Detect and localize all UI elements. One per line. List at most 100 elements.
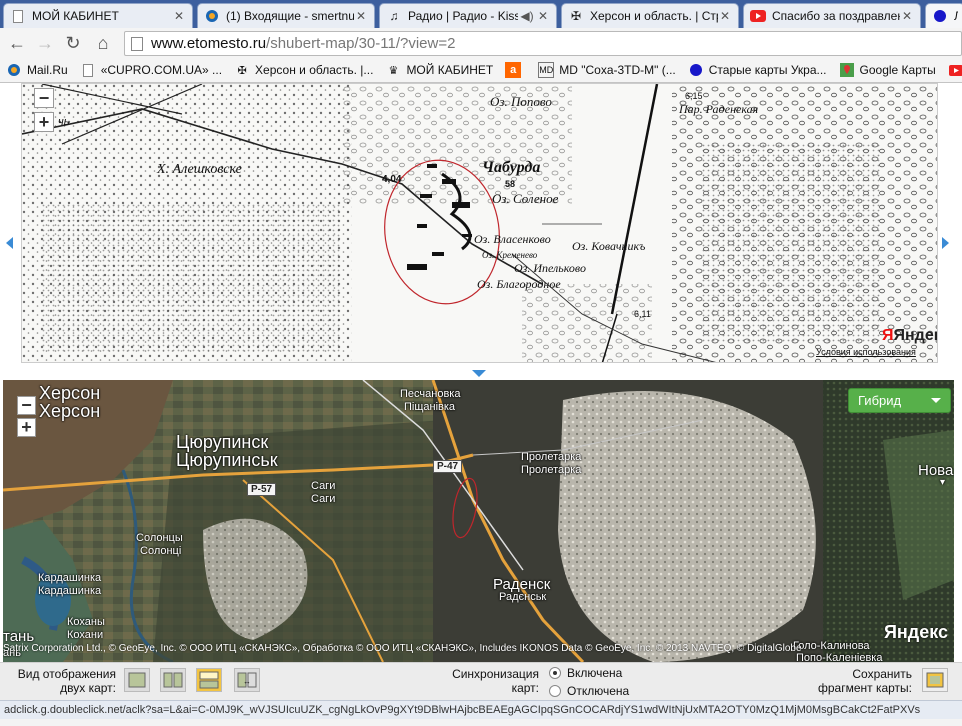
sync-off-radio[interactable]: Отключена (549, 684, 629, 698)
map-label: Чабурда (482, 159, 541, 176)
tab-active[interactable]: Ли (925, 3, 962, 28)
elevation-label: 6,15 (685, 91, 703, 101)
historic-map-drawing (22, 84, 937, 362)
tab-radio-kiss[interactable]: ♫ Радио | Радио - Kiss ◀) ✕ (379, 3, 557, 28)
map-label: чь (58, 116, 70, 128)
tab-title: МОЙ КАБИНЕТ (32, 9, 119, 23)
terms-link[interactable]: Условия использования (816, 347, 916, 357)
save-image-icon (926, 672, 944, 688)
map-label: Оз. Ипельково (514, 261, 586, 275)
orange-a-icon: a (505, 62, 522, 78)
page-icon (131, 36, 143, 51)
road-badge: Р-47 (433, 460, 463, 473)
zoom-out-button[interactable]: − (17, 395, 36, 415)
scroll-right-icon[interactable] (942, 237, 949, 249)
village-label: Кардашинка (38, 572, 102, 584)
satellite-map[interactable]: − + Херсон Херсон Цюрупинск Цюрупинськ Р… (3, 380, 954, 662)
save-fragment-button[interactable] (922, 668, 948, 692)
old-map-section: Х. Алешковске Оз. Попово Чабурда Оз. Сол… (0, 83, 962, 380)
bookmark-google-maps[interactable]: Google Карты (839, 62, 936, 78)
close-icon[interactable]: ✕ (354, 9, 368, 23)
crown-icon: ♛ (388, 64, 399, 77)
split-arrow-icon[interactable] (472, 370, 486, 377)
close-icon[interactable]: ✕ (536, 9, 550, 23)
village-label: Попо-Каленіевка (796, 652, 883, 662)
elevation-label: 4,04 (382, 174, 402, 185)
control-panel: Вид отображения двух карт: ↔ Синхронизац… (0, 662, 962, 700)
cross-emblem-icon: ✠ (237, 64, 247, 77)
view-mode-label: Вид отображения двух карт: (17, 667, 116, 695)
elevation-label: 6,11 (634, 309, 651, 319)
tab-title: Радио | Радио - Kiss (408, 9, 518, 23)
bookmark-md[interactable]: MD MD "Coxa-3TD-M" (... (538, 62, 676, 78)
zoom-in-button[interactable]: + (17, 417, 36, 437)
view-single-button[interactable] (124, 668, 150, 692)
village-label: Кохани (67, 629, 104, 641)
status-bar: adclick.g.doubleclick.net/aclk?sa=L&ai=C… (0, 700, 962, 719)
map-label: Оз. Ковачникъ (572, 239, 646, 253)
zoom-out-button[interactable]: − (34, 88, 54, 108)
copyright-text: Satrix Corporation Ltd., © GeoEye, Inc. … (3, 643, 802, 654)
tab-strip: МОЙ КАБИНЕТ ✕ (1) Входящие - smertnu ✕ ♫… (0, 0, 962, 28)
close-icon[interactable]: ✕ (718, 9, 732, 23)
close-icon[interactable]: ✕ (900, 9, 914, 23)
tab-moi-kabinet[interactable]: МОЙ КАБИНЕТ ✕ (3, 3, 193, 28)
tab-youtube[interactable]: Спасибо за поздравлен ✕ (743, 3, 921, 28)
mail-ru-icon (204, 8, 220, 24)
mail-ru-icon (6, 62, 22, 78)
village-label: Нова (918, 462, 954, 479)
sync-on-radio[interactable]: Включена (549, 666, 622, 680)
back-icon[interactable]: ← (4, 30, 30, 56)
tab-inbox[interactable]: (1) Входящие - smertnu ✕ (197, 3, 375, 28)
page-bottom (0, 719, 962, 726)
map-label: Оз. Благородное (477, 277, 561, 291)
map-label: Оз. Кременево (482, 250, 538, 260)
view-side-by-side-button[interactable] (160, 668, 186, 692)
village-label: Пролетарка (521, 464, 582, 476)
speaker-icon[interactable]: ◀) (518, 9, 536, 23)
tab-title: Херсон и область. | Стр (590, 9, 718, 23)
youtube-icon (750, 8, 766, 24)
historic-map[interactable]: Х. Алешковске Оз. Попово Чабурда Оз. Сол… (21, 83, 938, 363)
bookmark-cupro[interactable]: «CUPRO.COM.UA» ... (80, 62, 222, 78)
music-note-icon: ♫ (389, 9, 399, 23)
village-label: Солонці (140, 545, 182, 557)
youtube-icon (948, 62, 962, 78)
village-label: Кардашинка (38, 585, 102, 597)
zoom-in-button[interactable]: + (34, 112, 54, 132)
elevation-label: 58 (505, 179, 516, 189)
map-label: Оз. Власенково (474, 232, 551, 246)
bookmarks-bar: Mail.Ru «CUPRO.COM.UA» ... ✠ Херсон и об… (0, 58, 962, 83)
home-icon[interactable]: ⌂ (90, 30, 116, 56)
tab-title: (1) Входящие - smertnu (226, 9, 354, 23)
forward-icon[interactable]: → (32, 30, 58, 56)
view-stacked-button[interactable] (196, 668, 222, 692)
close-icon[interactable]: ✕ (172, 9, 186, 23)
view-overlay-button[interactable]: ↔ (234, 668, 260, 692)
map-label: Оз. Соленое (492, 191, 559, 206)
bookmark-youtube[interactable]: Y (948, 62, 962, 78)
bookmark-mail-ru[interactable]: Mail.Ru (6, 62, 68, 78)
reload-icon[interactable]: ↻ (60, 30, 86, 56)
tab-title: Ли (954, 9, 958, 23)
bookmark-moi-kabinet[interactable]: ♛ МОЙ КАБИНЕТ (385, 62, 494, 78)
sync-label: Синхронизация карт: (452, 667, 539, 695)
scroll-left-icon[interactable] (6, 237, 13, 249)
map-type-select[interactable]: Гибрид (848, 388, 951, 413)
svg-text:↔: ↔ (243, 677, 251, 686)
map-label: Оз. Попово (490, 94, 552, 109)
blue-circle-icon (688, 62, 704, 78)
village-label: Солонцы (136, 532, 183, 544)
tab-kherson[interactable]: ✠ Херсон и область. | Стр ✕ (561, 3, 739, 28)
village-label: Песчановка (400, 388, 461, 400)
bookmark-kherson[interactable]: ✠ Херсон и область. |... (234, 62, 373, 78)
bookmark-old-maps[interactable]: Старые карты Укра... (688, 62, 827, 78)
bookmark-orange-a[interactable]: a (505, 62, 526, 78)
village-label: Саги (311, 493, 336, 505)
direction-indicator: ▾ (940, 477, 946, 488)
map-label: Х. Алешковске (157, 162, 242, 177)
address-bar[interactable]: www.etomesto.ru/shubert-map/30-11/?view=… (124, 31, 962, 56)
google-maps-icon (839, 62, 855, 78)
md-icon: MD (538, 62, 555, 78)
village-label: Пролетарка (521, 451, 582, 463)
